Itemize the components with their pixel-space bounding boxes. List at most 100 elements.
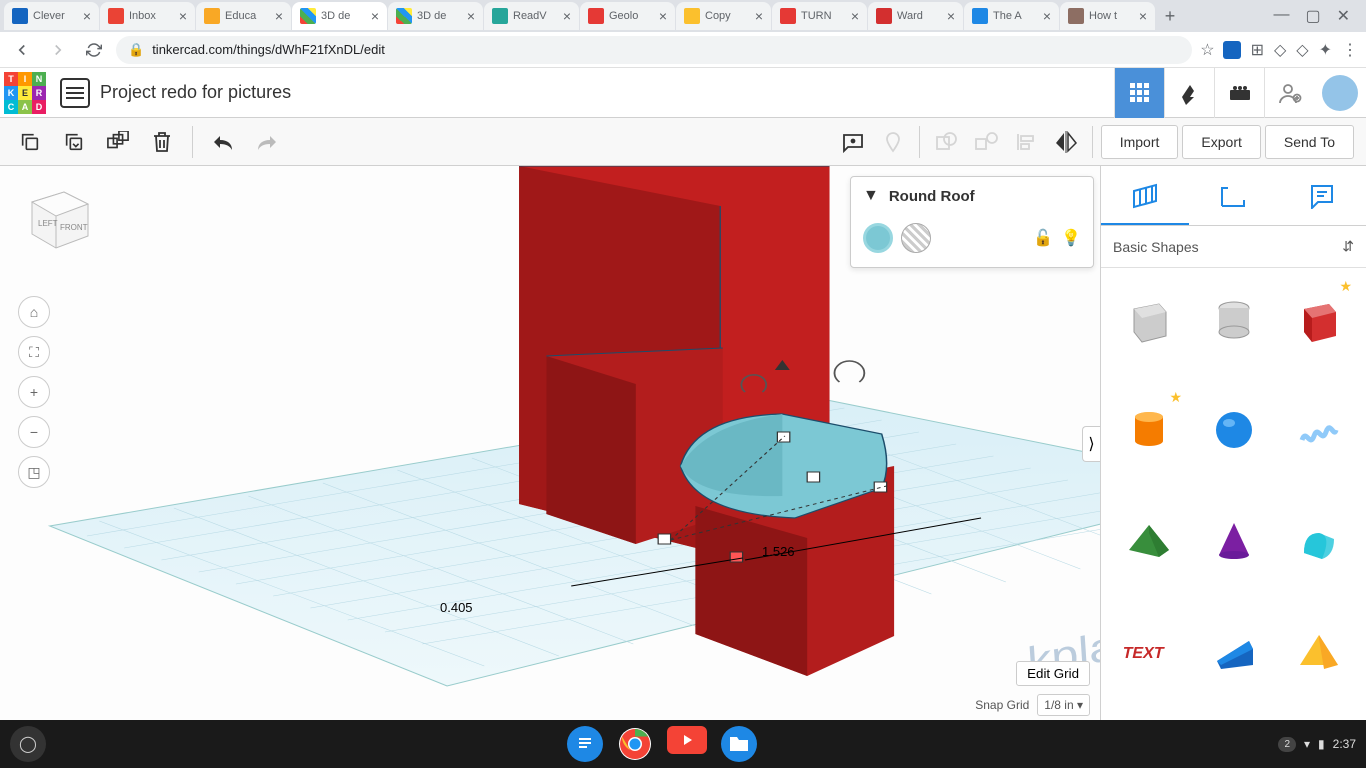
tab-close-icon[interactable]: × [1139,8,1147,24]
star-icon[interactable]: ☆ [1200,40,1214,60]
paste-button[interactable] [56,124,92,160]
browser-tab[interactable]: The A× [964,2,1059,30]
ortho-button[interactable]: ◳ [18,456,50,488]
browser-tab[interactable]: How t× [1060,2,1155,30]
tab-close-icon[interactable]: × [467,8,475,24]
forward-button[interactable] [44,36,72,64]
visibility-button[interactable] [875,124,911,160]
snap-grid-select[interactable]: 1/8 in ▾ [1037,694,1090,716]
browser-tab[interactable]: Educa× [196,2,291,30]
browser-tab[interactable]: Inbox× [100,2,195,30]
dimension-width[interactable]: 0.405 [440,600,473,615]
mirror-button[interactable] [1048,124,1084,160]
viewcube[interactable]: LEFT FRONT [18,178,98,258]
user-avatar[interactable] [1322,75,1358,111]
tab-close-icon[interactable]: × [83,8,91,24]
browser-tab[interactable]: ReadV× [484,2,579,30]
notes-tab[interactable] [1278,166,1366,225]
ext-icon-qr[interactable]: ⊞ [1251,40,1264,60]
shape-box[interactable]: ★ [1279,276,1358,362]
shape-wedge[interactable] [1194,608,1273,694]
duplicate-button[interactable] [100,124,136,160]
blocks-mode-button[interactable] [1114,68,1164,118]
shape-box-hole[interactable] [1109,276,1188,362]
close-window-button[interactable]: ✕ [1337,6,1350,26]
browser-tab[interactable]: Copy× [676,2,771,30]
ungroup-button[interactable] [968,124,1004,160]
export-button[interactable]: Export [1182,125,1260,159]
chrome-app-icon[interactable] [617,726,653,762]
delete-button[interactable] [144,124,180,160]
home-view-button[interactable]: ⌂ [18,296,50,328]
tinkercad-logo[interactable]: TIN KER CAD [0,68,50,118]
align-button[interactable] [1008,124,1044,160]
zoom-in-button[interactable]: + [18,376,50,408]
shape-category-selector[interactable]: Basic Shapes ⇵ [1101,226,1366,268]
shape-cylinder-hole[interactable] [1194,276,1273,362]
ext-icon-1[interactable] [1223,41,1241,59]
ext-icon-4[interactable]: ◇ [1296,40,1308,60]
launcher-button[interactable]: ◯ [10,726,46,762]
browser-tab[interactable]: Clever× [4,2,99,30]
shape-roof[interactable] [1109,497,1188,583]
undo-button[interactable] [205,124,241,160]
lightbulb-icon[interactable]: 💡 [1061,228,1081,248]
solid-color-swatch[interactable] [863,223,893,253]
browser-tab[interactable]: Ward× [868,2,963,30]
send-to-button[interactable]: Send To [1265,125,1354,159]
lego-mode-button[interactable] [1214,68,1264,118]
collapse-panel-icon[interactable]: ▼ [863,187,879,205]
ruler-tab[interactable] [1189,166,1277,225]
shape-cylinder[interactable]: ★ [1109,387,1188,473]
back-button[interactable] [8,36,36,64]
group-button[interactable] [928,124,964,160]
notes-button[interactable] [835,124,871,160]
shape-sphere[interactable] [1194,387,1273,473]
browser-tab[interactable]: TURN× [772,2,867,30]
browser-tab[interactable]: 3D de× [388,2,483,30]
invite-button[interactable] [1264,68,1314,118]
shape-round-roof[interactable] [1279,497,1358,583]
shape-cone[interactable] [1194,497,1273,583]
tab-close-icon[interactable]: × [755,8,763,24]
edit-grid-button[interactable]: Edit Grid [1016,661,1090,686]
dimension-depth[interactable]: 1.526 [762,544,795,559]
shape-name[interactable]: Round Roof [889,188,1081,205]
minimize-button[interactable]: — [1273,6,1289,26]
project-title[interactable]: Project redo for pictures [100,82,291,103]
shape-text[interactable]: TEXT [1109,608,1188,694]
menu-icon[interactable]: ⋮ [1342,40,1358,60]
maximize-button[interactable]: ▢ [1305,6,1320,26]
new-tab-button[interactable]: + [1156,2,1184,30]
zoom-out-button[interactable]: − [18,416,50,448]
ext-icon-shield[interactable]: ◇ [1274,40,1286,60]
shape-pyramid[interactable] [1279,608,1358,694]
tab-close-icon[interactable]: × [275,8,283,24]
lock-icon[interactable]: 🔓 [1033,228,1053,248]
tab-close-icon[interactable]: × [563,8,571,24]
bricks-mode-button[interactable] [1164,68,1214,118]
shape-scribble[interactable] [1279,387,1358,473]
browser-tab[interactable]: 3D de× [292,2,387,30]
sidebar-collapse-handle[interactable]: ⟩ [1082,426,1100,462]
tab-close-icon[interactable]: × [947,8,955,24]
tab-close-icon[interactable]: × [371,8,379,24]
browser-tab[interactable]: Geolo× [580,2,675,30]
tab-close-icon[interactable]: × [659,8,667,24]
tab-close-icon[interactable]: × [851,8,859,24]
extensions-icon[interactable]: ✦ [1319,40,1332,60]
reload-button[interactable] [80,36,108,64]
tab-close-icon[interactable]: × [1043,8,1051,24]
design-list-button[interactable] [60,78,90,108]
tab-close-icon[interactable]: × [179,8,187,24]
files-app-icon[interactable] [721,726,757,762]
copy-button[interactable] [12,124,48,160]
fit-view-button[interactable]: ⛶ [18,336,50,368]
url-field[interactable]: 🔒 tinkercad.com/things/dWhF21fXnDL/edit [116,36,1192,64]
workplane-tab[interactable] [1101,166,1189,225]
hole-swatch[interactable] [901,223,931,253]
redo-button[interactable] [249,124,285,160]
docs-app-icon[interactable] [567,726,603,762]
import-button[interactable]: Import [1101,125,1179,159]
youtube-app-icon[interactable] [667,726,707,754]
